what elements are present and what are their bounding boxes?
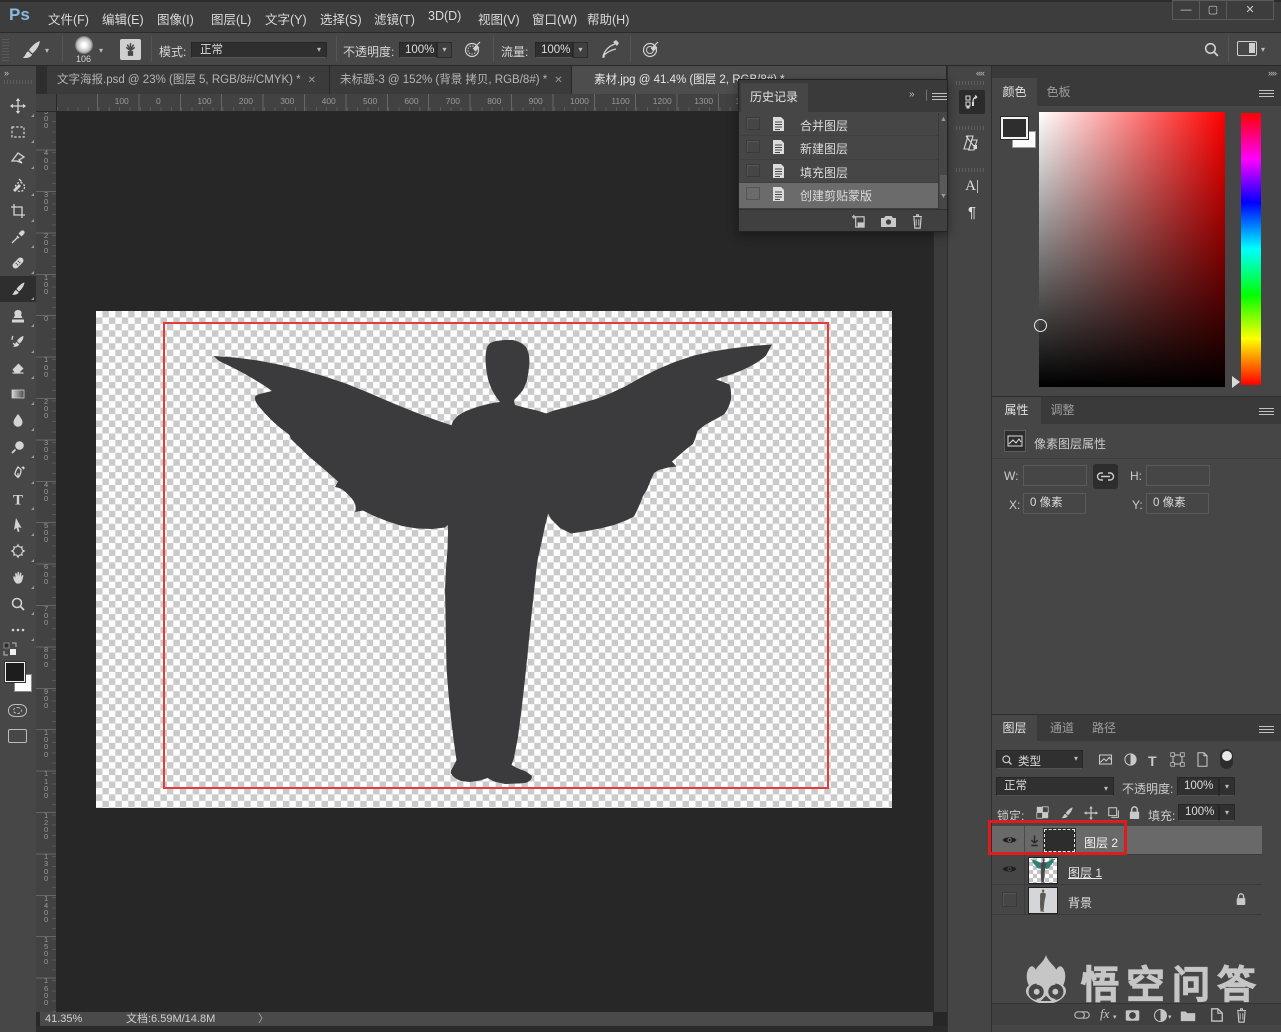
svg-text:T: T <box>13 493 23 508</box>
